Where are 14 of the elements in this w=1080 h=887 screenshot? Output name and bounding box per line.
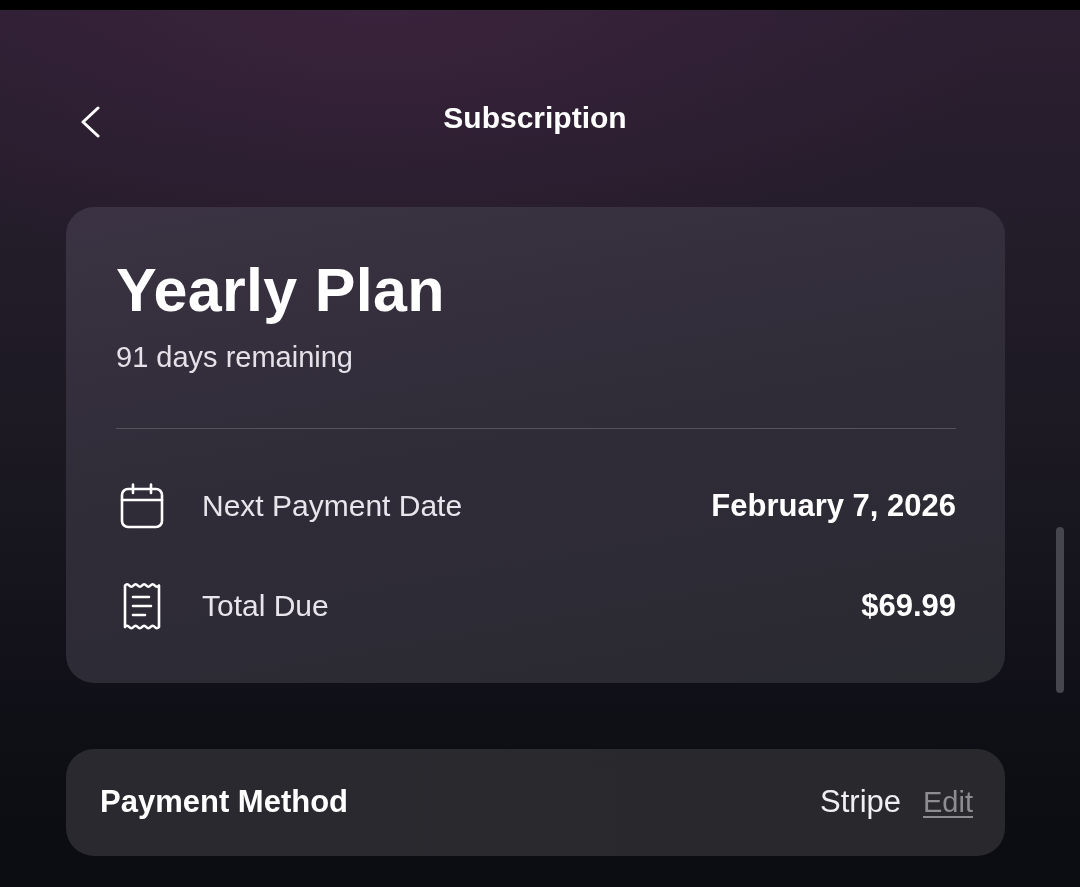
days-remaining: 91 days remaining (116, 340, 353, 375)
receipt-icon (123, 581, 161, 630)
payment-method-label: Payment Method (100, 784, 349, 821)
page-title: Subscription (443, 100, 627, 136)
detail-value: $69.99 (861, 587, 956, 624)
back-chevron-icon (80, 106, 100, 138)
edit-link[interactable]: Edit (923, 785, 973, 819)
payment-method-value: Stripe (820, 784, 901, 821)
detail-label: Total Due (202, 588, 329, 623)
scrollbar[interactable] (1056, 527, 1064, 693)
plan-name: Yearly Plan (116, 257, 445, 325)
detail-value: February 7, 2026 (711, 487, 956, 524)
detail-label: Next Payment Date (202, 488, 463, 523)
calendar-icon (120, 482, 164, 529)
